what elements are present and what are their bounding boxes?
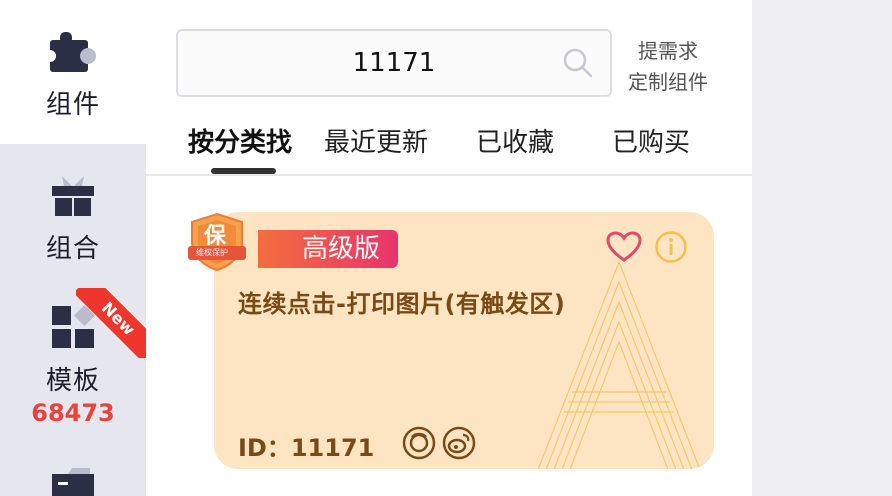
heart-icon[interactable]: [606, 231, 642, 267]
rail-label-templates: 模板: [45, 366, 100, 396]
custom-request-line2: 定制组件: [628, 70, 708, 94]
puzzle-icon: [44, 30, 98, 78]
folder-icon: [50, 466, 96, 496]
tab-recently-updated[interactable]: 最近更新: [324, 122, 428, 159]
search-box[interactable]: 11171: [176, 29, 612, 97]
shield-label: 保: [204, 224, 227, 249]
weibo-icon[interactable]: [442, 426, 476, 464]
template-count: 68473: [31, 399, 115, 427]
share-icons: [402, 426, 476, 464]
component-card[interactable]: 高级版 连续点击-打印图片(有触发区) ID：11171: [214, 212, 714, 469]
rail-item-combos[interactable]: 组合: [0, 174, 146, 265]
card-id: ID：11171: [238, 434, 375, 462]
tab-favorites[interactable]: 已收藏: [476, 122, 554, 159]
card-actions: [606, 230, 688, 268]
tab-purchased[interactable]: 已购买: [612, 122, 690, 159]
search-input[interactable]: 11171: [178, 48, 610, 78]
card-title: 连续点击-打印图片(有触发区): [238, 290, 566, 318]
tab-bar: 按分类找 最近更新 已收藏 已购买: [146, 118, 752, 176]
gift-icon: [50, 174, 96, 222]
rail-label-combos: 组合: [45, 234, 100, 264]
shield-sublabel: 维权保护: [196, 248, 228, 257]
rail-item-components[interactable]: 组件: [0, 0, 146, 144]
rail-label-components: 组件: [45, 90, 100, 120]
new-ribbon: New: [76, 288, 146, 358]
right-strip: [752, 0, 892, 496]
rail-item-templates[interactable]: New 模板 68473: [0, 288, 146, 428]
share-app-icon[interactable]: [402, 426, 436, 464]
left-rail: 组件 组合 New 模板 68473: [0, 0, 146, 496]
tab-by-category[interactable]: 按分类找: [188, 122, 292, 159]
new-ribbon-label: New: [76, 288, 146, 358]
premium-badge: 高级版: [258, 230, 399, 268]
info-icon[interactable]: [654, 230, 688, 268]
rail-item-folder[interactable]: [0, 466, 146, 496]
active-tab-indicator: [211, 168, 276, 174]
custom-request-link[interactable]: 提需求 定制组件: [618, 36, 718, 98]
custom-request-line1: 提需求: [638, 39, 698, 63]
main-panel: 11171 提需求 定制组件 按分类找 最近更新 已收藏 已购买 高级版 连续点…: [146, 0, 752, 496]
search-icon[interactable]: [562, 47, 594, 83]
